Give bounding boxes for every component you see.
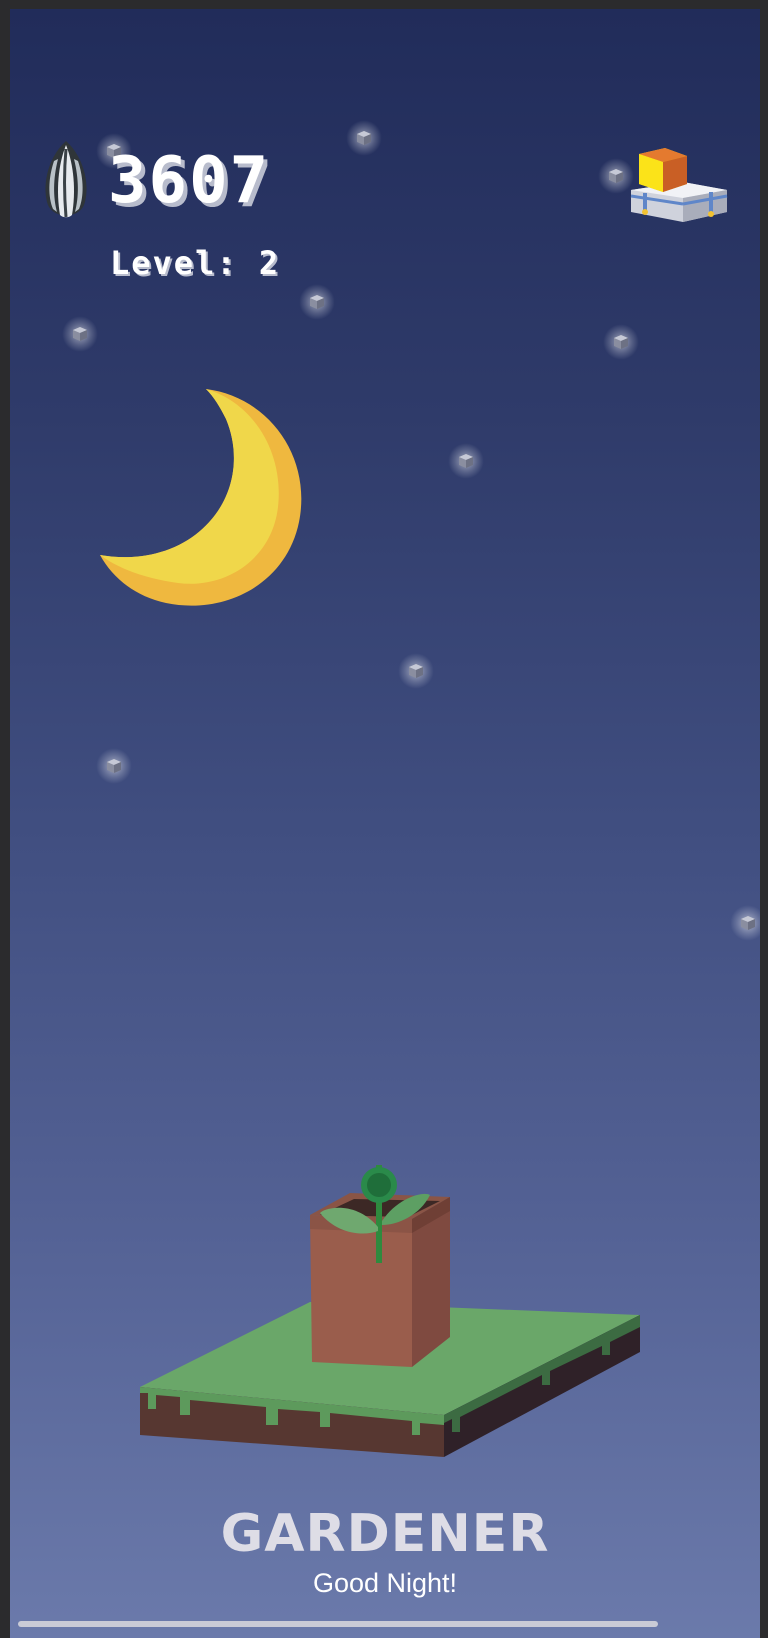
level-indicator: Level: 2 <box>110 244 281 282</box>
home-indicator[interactable] <box>18 1621 658 1627</box>
moon-icon <box>94 377 324 617</box>
star-icon <box>598 158 634 194</box>
star-icon <box>62 316 98 352</box>
game-title: GARDENER <box>220 1504 550 1564</box>
star-icon <box>299 284 335 320</box>
star-icon <box>448 443 484 479</box>
star-icon <box>346 120 382 156</box>
sunflower-seed-icon <box>40 139 92 223</box>
seed-count: 3607 <box>108 144 271 218</box>
star-icon <box>730 905 760 941</box>
star-icon <box>96 748 132 784</box>
garden-island[interactable] <box>130 1157 650 1467</box>
game-screen[interactable]: 3607 Level: 2 GARDENER Good Night! <box>10 9 760 1638</box>
star-icon <box>603 324 639 360</box>
star-icon <box>398 653 434 689</box>
treasure-chest-icon[interactable] <box>627 136 739 232</box>
greeting-text: Good Night! <box>312 1568 458 1598</box>
